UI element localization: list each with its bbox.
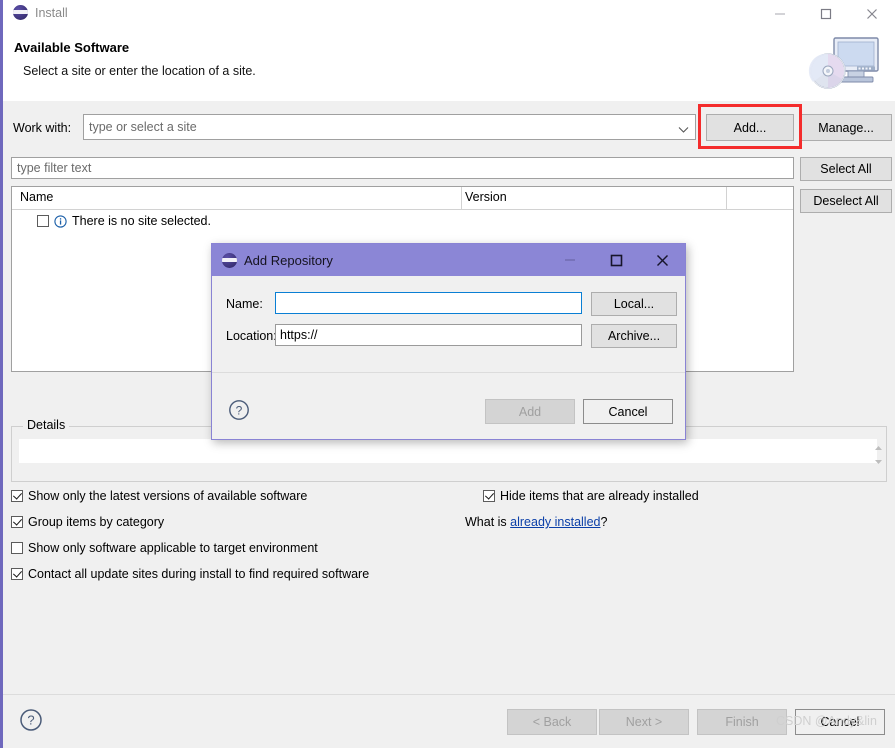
dialog-window-controls [547, 244, 685, 276]
what-is-already-installed: What is already installed? [465, 515, 607, 529]
dialog-title-group: Add Repository [222, 252, 333, 268]
eclipse-logo-icon [13, 5, 28, 20]
row-checkbox[interactable] [37, 215, 49, 227]
what-is-suffix: ? [600, 515, 608, 529]
option-contact-all-update-sites[interactable]: Contact all update sites during install … [11, 567, 369, 581]
manage-sites-button[interactable]: Manage... [800, 114, 892, 141]
checkbox[interactable] [483, 490, 495, 502]
add-repository-dialog: Add Repository Name: Local... Location: … [211, 243, 686, 440]
checkbox[interactable] [11, 516, 23, 528]
option-show-latest-versions[interactable]: Show only the latest versions of availab… [11, 489, 307, 503]
table-row[interactable]: There is no site selected. [12, 210, 793, 232]
row-name: There is no site selected. [72, 214, 211, 228]
next-button[interactable]: Next > [599, 709, 689, 735]
checkbox[interactable] [11, 490, 23, 502]
help-circle-icon[interactable]: ? [228, 399, 250, 421]
work-with-combo[interactable]: type or select a site [83, 114, 696, 140]
scroll-up-icon[interactable] [874, 440, 883, 454]
option-label: Show only the latest versions of availab… [28, 489, 308, 503]
window-title: Install [35, 5, 68, 20]
option-group-by-category[interactable]: Group items by category [11, 515, 164, 529]
dialog-divider [212, 372, 685, 373]
page-subtitle: Select a site or enter the location of a… [23, 64, 256, 78]
option-label: Show only software applicable to target … [28, 541, 318, 555]
local-button[interactable]: Local... [591, 292, 677, 316]
details-text[interactable] [19, 439, 877, 463]
work-with-label: Work with: [13, 121, 72, 135]
chevron-down-icon [678, 123, 689, 137]
help-circle-icon[interactable]: ? [19, 708, 43, 732]
page-header: Available Software Select a site or ente… [3, 28, 895, 102]
column-header-name[interactable]: Name [20, 190, 53, 204]
dialog-name-label: Name: [226, 297, 263, 311]
details-label: Details [23, 418, 70, 432]
option-label: Hide items that are already installed [500, 489, 699, 503]
repository-name-input[interactable] [275, 292, 582, 314]
svg-text:?: ? [236, 403, 243, 417]
column-divider[interactable] [726, 187, 727, 209]
column-divider[interactable] [461, 187, 462, 209]
deselect-all-button[interactable]: Deselect All [800, 189, 892, 213]
window-controls [757, 0, 895, 28]
page-title: Available Software [14, 40, 130, 55]
column-header-version[interactable]: Version [465, 190, 507, 204]
back-button[interactable]: < Back [507, 709, 597, 735]
archive-button[interactable]: Archive... [591, 324, 677, 348]
work-with-placeholder: type or select a site [89, 120, 197, 134]
option-applicable-to-target[interactable]: Show only software applicable to target … [11, 541, 318, 555]
filter-input[interactable] [11, 157, 794, 179]
dialog-add-button[interactable]: Add [485, 399, 575, 424]
eclipse-logo-icon [222, 252, 237, 268]
repository-location-input[interactable] [275, 324, 582, 346]
dialog-cancel-button[interactable]: Cancel [583, 399, 673, 424]
what-is-prefix: What is [465, 515, 511, 529]
info-icon [54, 214, 67, 228]
svg-text:?: ? [27, 713, 34, 728]
table-header: Name Version [12, 187, 793, 210]
close-icon[interactable] [849, 0, 895, 28]
close-icon[interactable] [639, 244, 685, 276]
cancel-button[interactable]: Cancel [795, 709, 885, 735]
already-installed-link[interactable]: already installed [510, 515, 600, 529]
dialog-titlebar: Add Repository [212, 244, 685, 276]
scroll-down-icon[interactable] [874, 454, 883, 468]
checkbox[interactable] [11, 568, 23, 580]
add-site-button[interactable]: Add... [706, 114, 794, 141]
finish-button[interactable]: Finish [697, 709, 787, 735]
option-hide-installed-items[interactable]: Hide items that are already installed [483, 489, 699, 503]
window-title-group: Install [13, 5, 68, 20]
checkbox[interactable] [11, 542, 23, 554]
select-all-button[interactable]: Select All [800, 157, 892, 181]
dialog-location-label: Location: [226, 329, 277, 343]
install-computer-cd-icon [797, 30, 889, 96]
option-label: Group items by category [28, 515, 165, 529]
minimize-icon[interactable] [547, 244, 593, 276]
maximize-icon[interactable] [593, 244, 639, 276]
maximize-icon[interactable] [803, 0, 849, 28]
option-label: Contact all update sites during install … [28, 567, 370, 581]
bottom-divider [3, 694, 895, 695]
dialog-title: Add Repository [244, 252, 333, 268]
details-scrollbar[interactable] [871, 440, 885, 464]
minimize-icon[interactable] [757, 0, 803, 28]
window-titlebar: Install [3, 0, 895, 29]
